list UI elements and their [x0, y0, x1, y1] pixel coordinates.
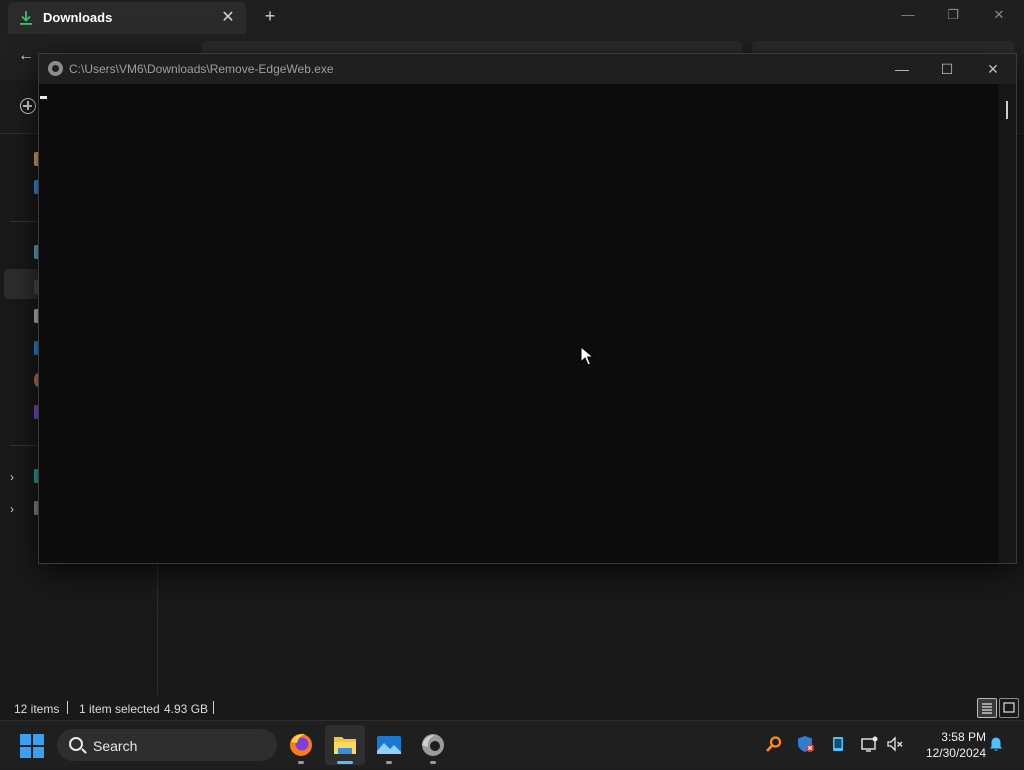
search-label: Search — [93, 738, 138, 754]
explorer-close-button[interactable]: ✕ — [984, 4, 1014, 26]
console-window[interactable]: C:\Users\VM6\Downloads\Remove-EdgeWeb.ex… — [38, 53, 1017, 564]
console-title: C:\Users\VM6\Downloads\Remove-EdgeWeb.ex… — [69, 62, 334, 76]
tab-downloads[interactable]: Downloads ✕ — [8, 2, 246, 34]
tiles-view-button[interactable] — [999, 698, 1019, 718]
taskbar-firefox[interactable] — [281, 725, 321, 765]
clock-date: 12/30/2024 — [925, 746, 986, 760]
clock-time: 3:58 PM — [941, 730, 986, 744]
details-view-button[interactable] — [977, 698, 997, 718]
edge-app-icon — [48, 61, 63, 76]
tab-close-button[interactable]: ✕ — [218, 8, 238, 28]
search-icon — [69, 737, 83, 751]
explorer-minimize-button[interactable]: — — [893, 4, 923, 26]
new-item-icon[interactable] — [20, 98, 36, 114]
new-tab-button[interactable]: + — [260, 6, 280, 26]
running-indicator — [430, 761, 436, 764]
text-cursor — [40, 96, 47, 99]
taskbar: Search 3:58 PM 12/30/2024 — [0, 720, 1024, 768]
back-button[interactable]: ← — [16, 46, 36, 66]
tiles-view-icon — [1003, 702, 1015, 713]
running-indicator — [386, 761, 392, 764]
security-shield-icon[interactable] — [797, 735, 815, 753]
details-view-icon — [982, 703, 992, 714]
console-close-button[interactable]: ✕ — [978, 58, 1008, 80]
nav-divider — [10, 445, 38, 446]
running-indicator — [337, 761, 353, 764]
console-maximize-button[interactable]: ☐ — [932, 58, 962, 80]
volume-muted-icon[interactable] — [886, 735, 904, 753]
folder-icon — [334, 737, 356, 754]
selection-size: 4.93 GB — [164, 702, 209, 716]
status-divider — [67, 701, 68, 714]
chevron-right-icon[interactable]: › — [10, 503, 22, 515]
download-icon — [20, 11, 32, 25]
explorer-tab-bar: Downloads ✕ + — ❐ ✕ — [0, 0, 1024, 34]
item-count: 12 items — [14, 702, 60, 716]
status-bar: 12 items 1 item selected 4.93 GB — [0, 696, 1024, 720]
running-indicator — [298, 761, 304, 764]
tab-title: Downloads — [43, 10, 113, 25]
console-output-area[interactable] — [39, 84, 999, 563]
scrollbar-thumb[interactable] — [1006, 101, 1008, 119]
photos-icon — [377, 736, 401, 754]
console-minimize-button[interactable]: — — [887, 58, 917, 80]
edge-icon — [422, 734, 444, 756]
taskbar-edge[interactable] — [413, 725, 453, 765]
tablet-icon[interactable] — [829, 735, 847, 753]
taskbar-photos[interactable] — [369, 725, 409, 765]
network-icon[interactable] — [860, 735, 878, 753]
start-button[interactable] — [20, 734, 44, 758]
nav-divider — [10, 221, 38, 222]
search-tool-icon[interactable] — [765, 735, 783, 753]
console-scrollbar[interactable] — [999, 84, 1016, 563]
status-divider — [213, 701, 214, 714]
notification-bell-icon[interactable] — [988, 736, 1004, 752]
selection-count: 1 item selected — [79, 702, 160, 716]
mouse-pointer-icon — [580, 346, 594, 366]
console-title-bar[interactable]: C:\Users\VM6\Downloads\Remove-EdgeWeb.ex… — [39, 54, 1016, 84]
firefox-icon — [290, 733, 312, 756]
taskbar-file-explorer[interactable] — [325, 725, 365, 765]
taskbar-search-box[interactable]: Search — [57, 729, 277, 761]
chevron-right-icon[interactable]: › — [10, 471, 22, 483]
system-clock[interactable]: 3:58 PM 12/30/2024 — [912, 729, 986, 761]
explorer-maximize-button[interactable]: ❐ — [938, 4, 968, 26]
